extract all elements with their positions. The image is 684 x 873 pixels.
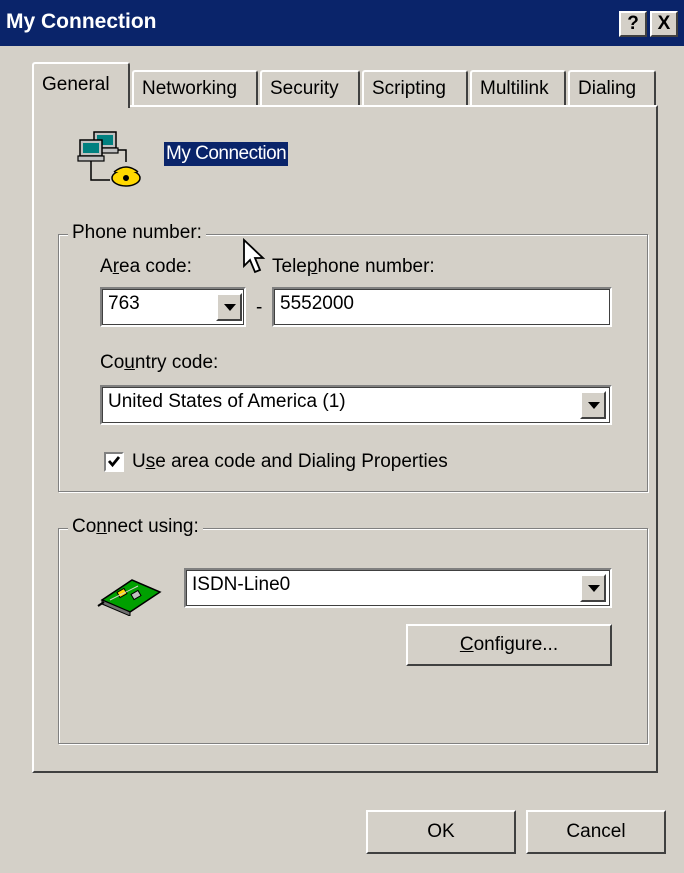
window-title: My Connection — [6, 10, 157, 33]
tab-label: General — [42, 74, 110, 95]
device-value: ISDN-Line0 — [192, 574, 291, 595]
tab-label: Dialing — [578, 78, 637, 99]
tab-scripting[interactable]: Scripting — [362, 70, 468, 106]
connect-using-group-label: Connect using: — [68, 516, 203, 538]
telephone-number-value: 5552000 — [280, 293, 354, 314]
tab-label: Networking — [142, 78, 238, 99]
phone-dash: - — [256, 297, 263, 318]
mouse-cursor-icon — [242, 237, 268, 276]
use-area-code-checkbox[interactable] — [104, 452, 124, 472]
tab-dialing[interactable]: Dialing — [568, 70, 656, 106]
checkmark-icon — [107, 456, 121, 468]
tab-networking[interactable]: Networking — [132, 70, 258, 106]
country-code-value: United States of America (1) — [108, 391, 346, 412]
cancel-button[interactable]: Cancel — [526, 810, 666, 854]
telephone-number-label: Telephone number: — [272, 256, 435, 277]
help-button[interactable]: ? — [619, 11, 647, 37]
phone-number-group-label: Phone number: — [68, 222, 206, 244]
connection-name[interactable]: My Connection — [164, 142, 289, 166]
country-code-label: Country code: — [100, 352, 219, 373]
isdn-adapter-icon — [96, 572, 166, 617]
connect-using-device-select[interactable]: ISDN-Line0 — [184, 568, 612, 608]
tab-label: Multilink — [480, 78, 549, 99]
tab-label: Scripting — [372, 78, 446, 99]
country-code-select[interactable]: United States of America (1) — [100, 385, 612, 425]
area-code-label: Area code: — [100, 256, 192, 277]
use-area-code-label[interactable]: Use area code and Dialing Properties — [132, 451, 448, 473]
tab-general[interactable]: General — [32, 62, 130, 108]
title-bar: My Connection ? X — [0, 0, 684, 46]
configure-button[interactable]: Configure... — [406, 624, 612, 666]
device-dropdown-button[interactable] — [580, 574, 606, 602]
area-code-dropdown-button[interactable] — [216, 293, 242, 321]
tab-security[interactable]: Security — [260, 70, 360, 106]
country-code-dropdown-button[interactable] — [580, 391, 606, 419]
network-connection-icon — [76, 128, 146, 192]
ok-button[interactable]: OK — [366, 810, 516, 854]
close-button[interactable]: X — [650, 11, 678, 37]
tab-multilink[interactable]: Multilink — [470, 70, 566, 106]
tab-label: Security — [270, 78, 339, 99]
telephone-number-field[interactable]: 5552000 — [272, 287, 612, 327]
area-code-value: 763 — [108, 293, 140, 314]
